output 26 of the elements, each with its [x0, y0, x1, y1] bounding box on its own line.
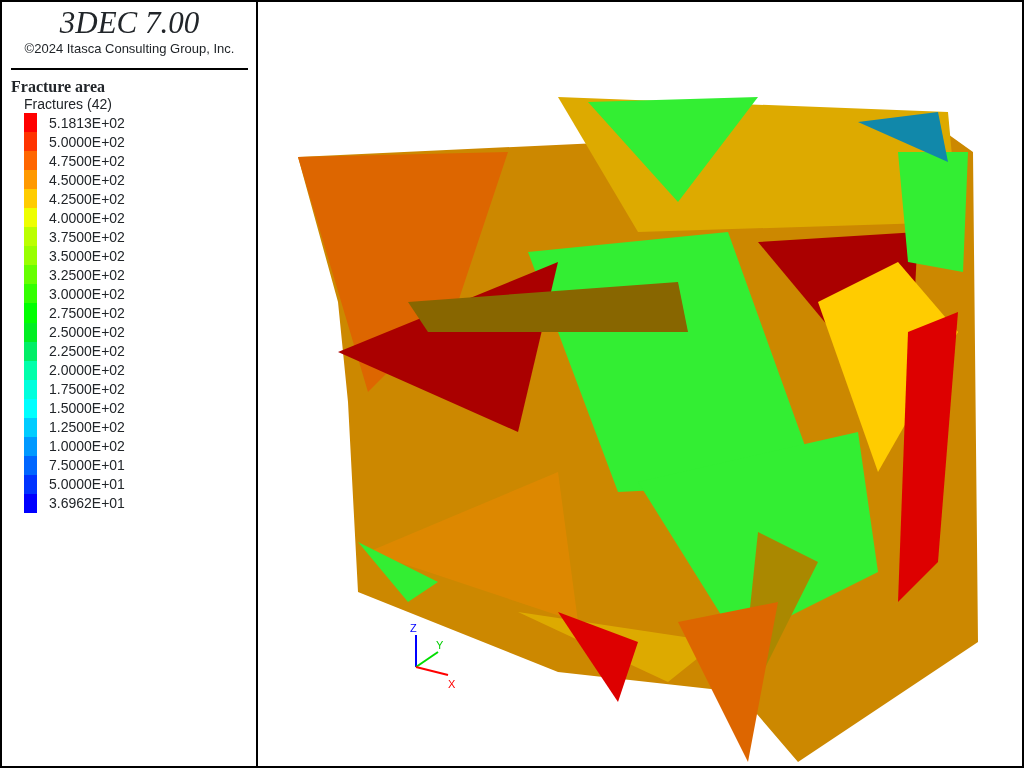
legend-value: 3.5000E+02 — [49, 247, 125, 264]
legend-value: 2.7500E+02 — [49, 305, 125, 321]
copyright-text: ©2024 Itasca Consulting Group, Inc. — [23, 40, 236, 58]
legend-value: 5.1813E+02 — [49, 114, 125, 131]
legend-value: 1.2500E+02 — [49, 419, 125, 436]
legend-value: 4.7500E+02 — [49, 152, 125, 169]
legend-value: 2.0000E+02 — [49, 362, 125, 379]
legend-value: 2.2500E+02 — [49, 343, 125, 360]
legend-value: 2.5000E+02 — [49, 324, 125, 341]
legend-value: 4.0000E+02 — [49, 209, 125, 226]
legend-value: 3.6962E+01 — [49, 495, 125, 512]
legend-value: 1.0000E+02 — [49, 438, 125, 455]
legend-subheading: Fractures (42) — [23, 96, 113, 113]
app-title: 3DEC 7.00 — [58, 6, 201, 40]
legend-value: 3.2500E+02 — [49, 266, 125, 283]
legend-value: 4.5000E+02 — [49, 171, 125, 188]
legend-heading: Fracture area — [11, 78, 107, 96]
legend-value: 7.5000E+01 — [49, 457, 125, 474]
legend-value: 1.7500E+02 — [49, 381, 125, 398]
legend-value: 1.5000E+02 — [49, 400, 125, 417]
legend-value: 3.7500E+02 — [49, 228, 125, 245]
axis-triad-drawing: Z Y X — [410, 622, 456, 690]
legend-value: 3.0000E+02 — [49, 285, 125, 302]
legend-value: 4.2500E+02 — [49, 190, 125, 207]
legend-value: 5.0000E+02 — [49, 133, 125, 150]
legend-value: 5.0000E+01 — [49, 476, 125, 493]
